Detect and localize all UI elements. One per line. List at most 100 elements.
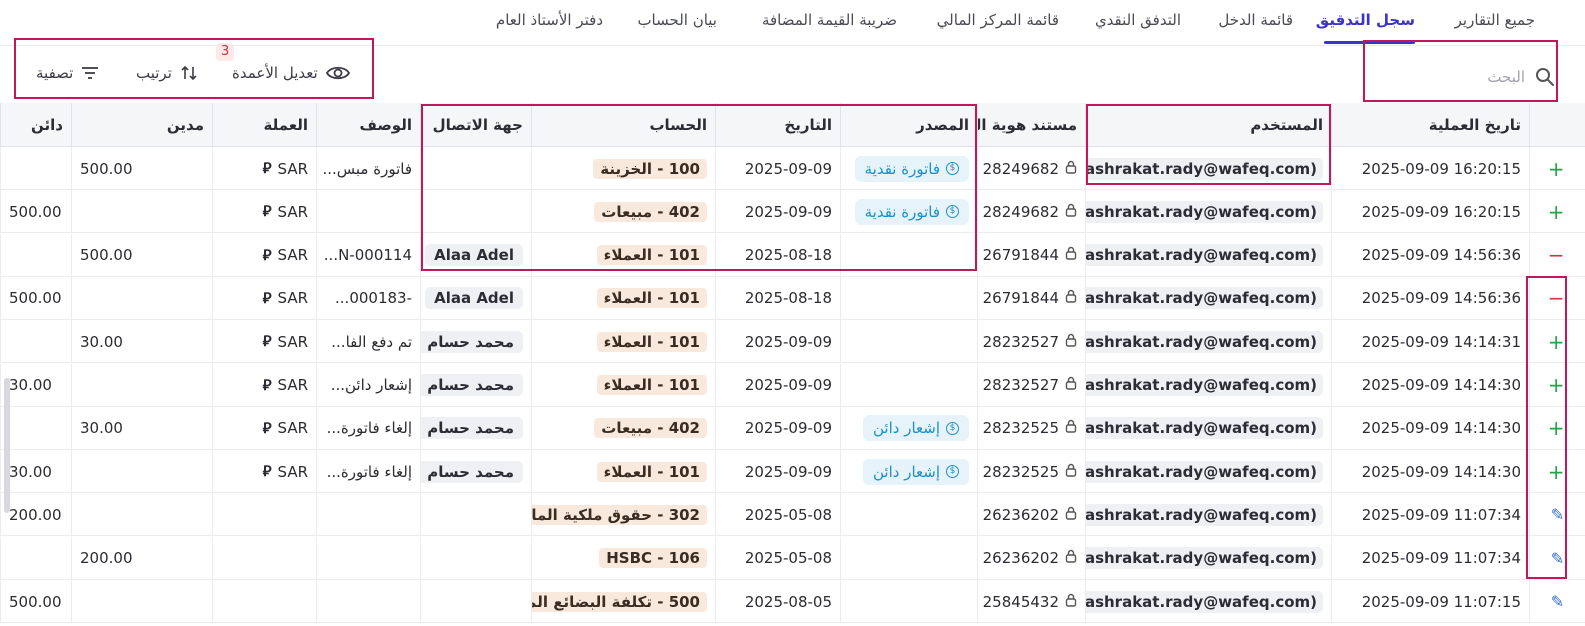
source-badge[interactable]: $ إشعار دائن <box>863 458 969 485</box>
source-badge[interactable]: $ فاتورة نقدية <box>854 198 969 225</box>
header-source[interactable]: المصدر <box>840 103 977 147</box>
contact-pill[interactable]: محمد حسام <box>421 374 523 396</box>
table-row[interactable]: ✎ 2025-09-09 11:07:15 (ashrakat.rady@wafeq… <box>0 580 1585 623</box>
account-tag[interactable]: 101 - العملاء <box>596 331 707 352</box>
lock-icon <box>1065 549 1077 567</box>
plus-icon[interactable]: + <box>1548 416 1565 440</box>
doc-id-text[interactable]: 25845432 <box>983 593 1059 611</box>
table-row[interactable]: − 2025-09-09 14:56:36 (ashrakat.rady@wafeq… <box>0 233 1585 277</box>
account-tag[interactable]: 101 - العملاء <box>596 375 707 395</box>
account-tag[interactable]: 100 - الخزينة <box>593 158 707 179</box>
cell-action: ✎ <box>1529 580 1585 623</box>
tab-account-statement[interactable]: بيان الحساب <box>637 11 717 29</box>
plus-icon[interactable]: + <box>1548 200 1565 224</box>
account-tag[interactable]: 302 - حقوق ملكية المال <box>532 504 707 525</box>
tab-all-reports[interactable]: جميع التقارير <box>1455 11 1535 29</box>
plus-icon[interactable]: + <box>1548 460 1565 484</box>
tab-cash-flow[interactable]: التدفق النقدي <box>1095 11 1181 29</box>
header-description[interactable]: الوصف <box>316 103 420 147</box>
currency-code: SAR <box>277 289 308 308</box>
cell-doc-id: 26791844 <box>977 233 1085 277</box>
account-tag[interactable]: 101 - العملاء <box>596 245 707 266</box>
contact-pill[interactable]: Alaa Adel <box>425 287 523 310</box>
doc-id-text[interactable]: 28249682 <box>983 160 1059 178</box>
minus-icon[interactable]: − <box>1548 286 1565 310</box>
timestamp-text: 2025-09-09 16:20:15 <box>1361 159 1521 178</box>
date-text: 2025-08-18 <box>744 289 832 308</box>
plus-icon[interactable]: + <box>1548 330 1565 354</box>
sort-button[interactable]: ترتيب <box>136 64 198 82</box>
header-date[interactable]: التاريخ <box>715 103 840 147</box>
edit-icon[interactable]: ✎ <box>1551 505 1565 524</box>
search-icon <box>1536 68 1554 86</box>
doc-id-text[interactable]: 28232525 <box>983 419 1059 437</box>
header-debit[interactable]: مدين <box>71 103 212 147</box>
filter-button[interactable]: تصفية <box>36 64 99 82</box>
header-action <box>1529 103 1585 147</box>
search-input[interactable] <box>1375 68 1525 86</box>
cell-contact: محمد حسام <box>420 406 531 450</box>
table-row[interactable]: +2025-09-09 14:14:30 (ashrakat.rady@wafeq… <box>0 406 1585 450</box>
account-tag[interactable]: 402 - مبيعات <box>594 201 707 222</box>
header-timestamp[interactable]: تاريخ العملية <box>1331 103 1529 147</box>
account-tag[interactable]: 500 - تكلفة البضائع المب <box>532 591 707 612</box>
account-tag[interactable]: HSBC - 106 <box>599 548 707 569</box>
doc-id-text[interactable]: 28232525 <box>983 463 1059 481</box>
header-account[interactable]: الحساب <box>531 103 715 147</box>
plus-icon[interactable]: + <box>1548 157 1565 181</box>
search-box[interactable] <box>1355 61 1555 93</box>
credit-text: 500.00 <box>9 202 62 221</box>
plus-icon[interactable]: + <box>1548 373 1565 397</box>
cell-debit: 500.00 <box>71 233 212 277</box>
tab-general-ledger[interactable]: دفتر الأستاذ العام <box>496 11 603 29</box>
header-user[interactable]: المستخدم <box>1085 103 1331 147</box>
table-row[interactable]: +2025-09-09 14:14:31 (ashrakat.rady@wafeq… <box>0 320 1585 364</box>
table-row[interactable]: +2025-09-09 14:14:30 (ashrakat.rady@wafeq… <box>0 450 1585 494</box>
table-row[interactable]: − 2025-09-09 14:56:36 (ashrakat.rady@wafeq… <box>0 276 1585 320</box>
vertical-scrollbar[interactable] <box>4 378 10 513</box>
table-row[interactable]: +2025-09-09 16:20:15 (ashrakat.rady@wafeq… <box>0 190 1585 234</box>
debit-text: 500.00 <box>80 246 133 265</box>
timestamp-text: 2025-09-09 11:07:34 <box>1361 505 1521 524</box>
tab-vat[interactable]: ضريبة القيمة المضافة <box>762 11 897 29</box>
source-badge[interactable]: $ فاتورة نقدية <box>854 155 969 182</box>
doc-id-text[interactable]: 26236202 <box>983 549 1059 567</box>
cell-source <box>840 580 977 623</box>
doc-id-text[interactable]: 28249682 <box>983 203 1059 221</box>
source-label: إشعار دائن <box>873 419 940 438</box>
cell-account: HSBC - 106 <box>531 536 715 580</box>
doc-id-text[interactable]: 26236202 <box>983 506 1059 524</box>
account-tag[interactable]: 101 - العملاء <box>596 461 707 482</box>
table-row[interactable]: +2025-09-09 16:20:15 (ashrakat.rady@wafeq… <box>0 147 1585 190</box>
contact-pill[interactable]: محمد حسام <box>421 330 523 353</box>
tab-income-statement[interactable]: قائمة الدخل <box>1218 11 1293 29</box>
edit-icon[interactable]: ✎ <box>1551 549 1565 568</box>
cell-debit <box>71 190 212 234</box>
edit-columns-button[interactable]: تعديل الأعمدة <box>232 64 350 82</box>
sort-label: ترتيب <box>136 64 172 82</box>
table-row[interactable]: +2025-09-09 14:14:30 (ashrakat.rady@wafeq… <box>0 363 1585 407</box>
account-tag[interactable]: 101 - العملاء <box>596 288 707 309</box>
minus-icon[interactable]: − <box>1548 243 1565 267</box>
audit-log-table: تاريخ العملية المستخدم مستند هوية الم ال… <box>0 103 1585 626</box>
header-credit[interactable]: دائن <box>0 103 71 147</box>
cell-currency <box>212 493 316 537</box>
header-doc-id[interactable]: مستند هوية الم <box>977 103 1085 147</box>
doc-id-text[interactable]: 26791844 <box>983 289 1059 307</box>
edit-icon[interactable]: ✎ <box>1551 592 1565 611</box>
doc-id-text[interactable]: 28232527 <box>983 376 1059 394</box>
source-badge[interactable]: $ إشعار دائن <box>863 415 969 442</box>
user-pill: (ashrakat.rady@wafeq.com) <box>1086 417 1323 440</box>
header-contact[interactable]: جهة الاتصال <box>420 103 531 147</box>
header-currency[interactable]: العملة <box>212 103 316 147</box>
contact-pill[interactable]: محمد حسام <box>421 460 523 483</box>
doc-id-text[interactable]: 26791844 <box>983 246 1059 264</box>
account-tag[interactable]: 402 - مبيعات <box>594 418 707 439</box>
tab-audit-log[interactable]: سجل التدقيق <box>1316 11 1415 29</box>
contact-pill[interactable]: Alaa Adel <box>425 244 523 267</box>
tab-balance-sheet[interactable]: قائمة المركز المالي <box>937 11 1059 29</box>
contact-pill[interactable]: محمد حسام <box>421 417 523 440</box>
table-row[interactable]: ✎ 2025-09-09 11:07:34 (ashrakat.rady@wafeq… <box>0 536 1585 580</box>
doc-id-text[interactable]: 28232527 <box>983 333 1059 351</box>
table-row[interactable]: ✎ 2025-09-09 11:07:34 (ashrakat.rady@wafeq… <box>0 493 1585 537</box>
